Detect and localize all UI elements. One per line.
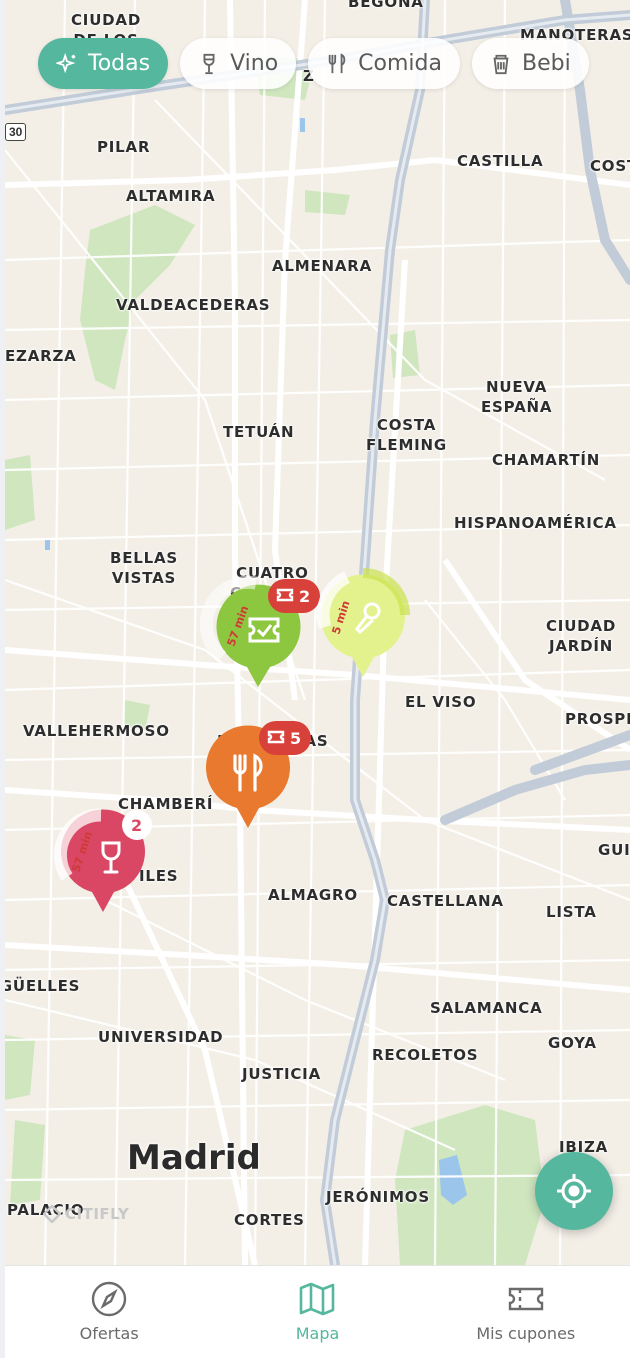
nav-tab-ofertas[interactable]: Ofertas xyxy=(5,1266,213,1358)
wine-glass-icon xyxy=(203,53,215,74)
filter-chip-label: Bebi xyxy=(521,51,571,76)
place-label: GUI xyxy=(598,841,630,859)
cup-icon xyxy=(493,54,509,74)
map-marker-wine[interactable]: 57 min 2 xyxy=(53,805,157,920)
coupon-badge: 2 xyxy=(268,579,320,613)
nav-tab-label: Ofertas xyxy=(79,1324,139,1343)
place-label: CORTES xyxy=(234,1211,305,1229)
place-label: ARGÜELLES xyxy=(5,977,81,995)
app-screen: CIUDAD DE LOS BEGOÑA MANOTERAS PILAR CAS… xyxy=(5,0,630,1358)
place-label: COSTA FLEMING xyxy=(366,416,448,454)
nav-tab-mapa[interactable]: Mapa xyxy=(213,1266,421,1358)
place-label: CASTILLA xyxy=(457,152,544,170)
place-label: UNIVERSIDAD xyxy=(98,1028,224,1046)
map-marker-coupon[interactable]: 57 min 2 xyxy=(199,575,320,695)
crosshair-icon xyxy=(557,1174,591,1208)
nav-tab-label: Mapa xyxy=(295,1324,340,1343)
filter-chip-todas[interactable]: Todas xyxy=(38,38,169,89)
place-label: BEGOÑA xyxy=(348,0,424,11)
badge-count: 2 xyxy=(299,587,310,606)
map-marker-drink[interactable]: 5 min xyxy=(316,565,417,685)
place-label: EZARZA xyxy=(5,347,77,365)
bottom-navigation: Ofertas Mapa Mis cupones xyxy=(5,1265,630,1358)
place-label: CHAMARTÍN xyxy=(492,451,601,469)
sparkles-icon xyxy=(56,52,76,73)
citifly-logo-icon xyxy=(43,1205,61,1223)
fork-knife-icon xyxy=(328,52,346,73)
place-label: JERÓNIMOS xyxy=(326,1188,430,1206)
citifly-watermark: CITIFLY xyxy=(43,1205,129,1223)
ticket-icon xyxy=(508,1287,544,1311)
place-label: LISTA xyxy=(546,903,597,921)
place-label: VALDEACEDERAS xyxy=(116,296,271,314)
place-label: CIUDAD JARDÍN xyxy=(546,617,617,655)
locate-me-button[interactable] xyxy=(535,1152,613,1230)
compass-icon xyxy=(91,1281,127,1317)
place-label: ALMAGRO xyxy=(268,886,358,904)
place-label: CASTELLANA xyxy=(387,892,504,910)
place-label: COST xyxy=(590,157,630,175)
filter-chip-bebidas[interactable]: Bebi xyxy=(471,38,589,89)
nav-tab-label: Mis cupones xyxy=(476,1324,576,1343)
city-label: Madrid xyxy=(127,1138,261,1178)
count-badge: 2 xyxy=(122,810,152,840)
place-label: NUEVA ESPAÑA xyxy=(481,378,553,416)
place-label: BELLAS VISTAS xyxy=(110,549,179,587)
place-label: JUSTICIA xyxy=(242,1065,321,1083)
place-label: ALTAMIRA xyxy=(126,187,216,205)
map-marker-food[interactable]: 5 xyxy=(203,718,315,835)
map-view[interactable]: CIUDAD DE LOS BEGOÑA MANOTERAS PILAR CAS… xyxy=(5,0,630,1265)
place-label: PROSPE xyxy=(565,710,630,728)
watermark-text: CITIFLY xyxy=(65,1205,130,1223)
badge-count: 5 xyxy=(290,729,301,748)
filter-chip-label: Comida xyxy=(358,51,442,76)
place-label: GOYA xyxy=(548,1034,597,1052)
place-label: VALLEHERMOSO xyxy=(23,722,170,740)
nav-tab-mis-cupones[interactable]: Mis cupones xyxy=(422,1266,630,1358)
filter-chip-comida[interactable]: Comida xyxy=(308,38,460,89)
place-label: TETUÁN xyxy=(223,423,295,441)
place-label: HISPANOAMÉRICA xyxy=(454,514,617,532)
filter-chips: Todas Vino Comida Bebi xyxy=(38,38,589,89)
place-label: RECOLETOS xyxy=(372,1046,479,1064)
filter-chip-label: Vino xyxy=(230,51,279,76)
place-label: EL VISO xyxy=(405,693,477,711)
place-label: PILAR xyxy=(97,138,151,156)
badge-count: 2 xyxy=(131,816,142,835)
road-shield: 30 xyxy=(5,123,27,141)
coupon-badge: 5 xyxy=(259,721,311,755)
filter-chip-label: Todas xyxy=(88,51,151,76)
filter-chip-vino[interactable]: Vino xyxy=(180,38,297,89)
map-icon xyxy=(300,1282,335,1316)
place-label: SALAMANCA xyxy=(430,999,543,1017)
place-label: ALMENARA xyxy=(272,257,373,275)
